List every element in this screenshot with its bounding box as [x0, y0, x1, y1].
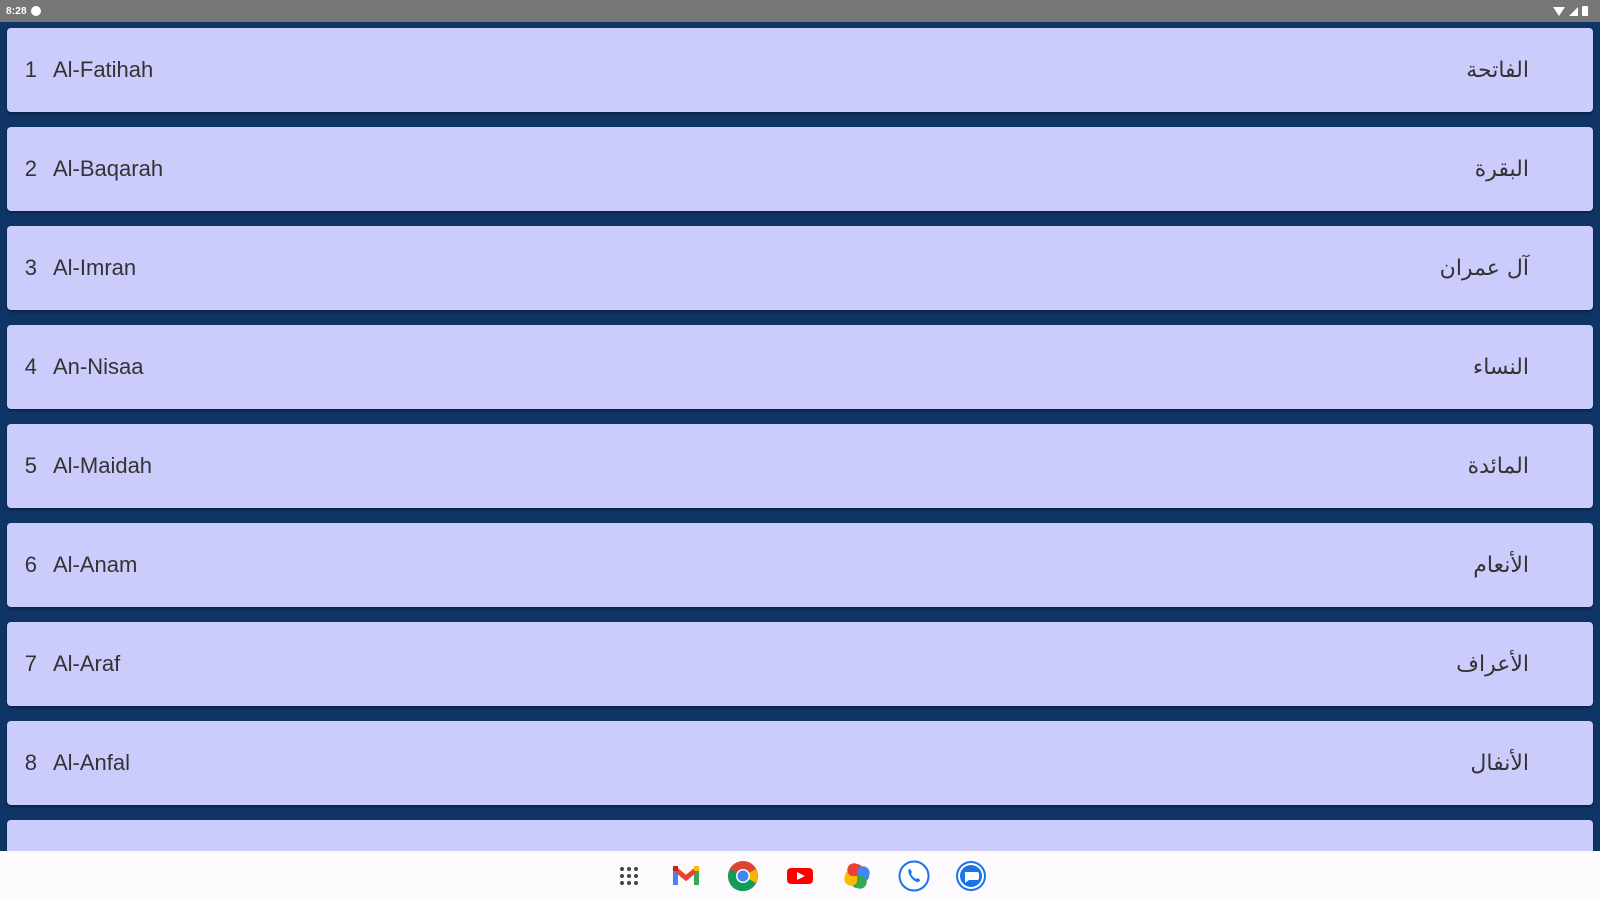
surah-number: 2: [24, 156, 37, 181]
battery-icon: [1582, 6, 1588, 16]
youtube-icon[interactable]: [784, 860, 816, 892]
surah-name: Al-Maidah: [53, 453, 153, 478]
surah-row[interactable]: 8 Al-Anfal الأنفال: [7, 721, 1593, 805]
surah-arabic-name: آل عمران: [1439, 255, 1529, 281]
surah-row[interactable]: 7 Al-Araf الأعراف: [7, 622, 1593, 706]
phone-icon[interactable]: [898, 860, 930, 892]
app-drawer-icon[interactable]: [613, 860, 645, 892]
notification-icon: [30, 6, 41, 16]
gmail-icon[interactable]: [670, 860, 702, 892]
taskbar-dock: [0, 851, 1600, 900]
surah-row[interactable]: 3 Al-Imran آل عمران: [7, 226, 1593, 310]
surah-name: An-Nisaa: [53, 354, 144, 379]
surah-name: Al-Anam: [53, 552, 138, 577]
surah-arabic-name: الأنعام: [1473, 552, 1529, 578]
status-left: 8:28: [6, 6, 41, 17]
surah-arabic-name: الفاتحة: [1466, 57, 1529, 83]
status-right: [1553, 6, 1588, 16]
surah-list[interactable]: 1 Al-Fatihah الفاتحة 2 Al-Baqarah البقرة…: [0, 22, 1600, 851]
surah-number: 5: [24, 453, 37, 478]
surah-row[interactable]: 6 Al-Anam الأنعام: [7, 523, 1593, 607]
surah-row[interactable]: 4 An-Nisaa النساء: [7, 325, 1593, 409]
surah-arabic-name: الأعراف: [1456, 651, 1529, 677]
surah-number: 7: [24, 651, 37, 676]
surah-name: Al-Baqarah: [53, 156, 164, 181]
status-bar: 8:28: [0, 0, 1600, 22]
surah-row[interactable]: 5 Al-Maidah المائدة: [7, 424, 1593, 508]
status-time: 8:28: [6, 5, 27, 17]
chrome-icon[interactable]: [727, 860, 759, 892]
surah-name: Al-Fatihah: [53, 57, 154, 82]
signal-icon: [1569, 6, 1578, 16]
surah-arabic-name: النساء: [1472, 354, 1529, 380]
messages-icon[interactable]: [955, 860, 987, 892]
surah-number: 8: [24, 750, 37, 775]
surah-name: Al-Imran: [53, 255, 137, 280]
surah-number: 4: [24, 354, 37, 379]
photos-icon[interactable]: [841, 860, 873, 892]
surah-arabic-name: الأنفال: [1470, 750, 1529, 776]
surah-number: 6: [24, 552, 37, 577]
surah-row[interactable]: 1 Al-Fatihah الفاتحة: [7, 28, 1593, 112]
surah-number: 3: [24, 255, 37, 280]
surah-name: Al-Araf: [53, 651, 121, 676]
surah-arabic-name: المائدة: [1467, 453, 1529, 479]
surah-arabic-name: البقرة: [1474, 156, 1529, 182]
wifi-icon: [1553, 6, 1565, 16]
surah-row[interactable]: 2 Al-Baqarah البقرة: [7, 127, 1593, 211]
surah-number: 1: [24, 57, 37, 82]
surah-name: Al-Anfal: [53, 750, 131, 775]
surah-row[interactable]: 9: [7, 820, 1593, 851]
